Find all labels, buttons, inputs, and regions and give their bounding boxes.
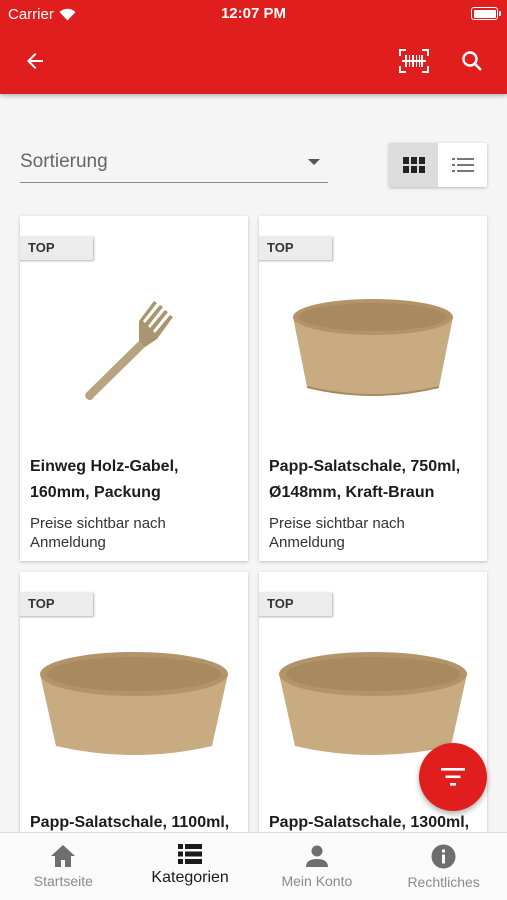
nav-label: Mein Konto: [281, 873, 353, 889]
nav-label: Rechtliches: [407, 874, 480, 890]
product-name: Einweg Holz-Gabel, 160mm, Packung: [30, 458, 179, 501]
product-image: [20, 260, 248, 440]
top-badge: TOP: [20, 592, 93, 616]
top-badge: TOP: [20, 236, 93, 260]
product-card[interactable]: TOP Einweg Holz-Gabel, 160mm, Packung Pr…: [20, 216, 248, 561]
top-badge: TOP: [259, 236, 332, 260]
product-name: Papp-Salatschale, 750ml, Ø148mm, Kraft-B…: [269, 458, 461, 501]
view-toggle: [389, 143, 487, 187]
back-button[interactable]: [15, 41, 55, 81]
product-image: [259, 260, 487, 440]
nav-item-kategorien[interactable]: Kategorien: [127, 833, 254, 900]
filter-button[interactable]: [419, 743, 487, 811]
sort-dropdown[interactable]: Sortierung: [20, 140, 328, 183]
product-price-info: Preise sichtbar nach Anmeldung: [30, 515, 166, 551]
list-icon: [178, 844, 203, 864]
nav-item-rechtliches[interactable]: Rechtliches: [380, 833, 507, 900]
list-view-button[interactable]: [438, 143, 487, 187]
barcode-scan-icon: [399, 49, 429, 73]
top-badge: TOP: [259, 592, 332, 616]
grid-view-button[interactable]: [389, 143, 438, 187]
search-icon: [462, 51, 482, 71]
nav-item-startseite[interactable]: Startseite: [0, 833, 127, 900]
list-icon: [451, 158, 474, 172]
arrow-left-icon: [27, 53, 43, 69]
barcode-scan-button[interactable]: [394, 41, 434, 81]
product-card[interactable]: TOP Papp-Salatschale, 1100ml,: [20, 572, 248, 852]
nav-label: Kategorien: [151, 869, 229, 886]
kraft-bowl-image: [40, 652, 228, 755]
nav-label: Startseite: [33, 873, 93, 889]
home-icon: [51, 845, 76, 867]
kraft-bowl-image: [293, 299, 453, 396]
person-icon: [305, 845, 328, 867]
filter-icon: [441, 768, 465, 786]
status-bar: Carrier 12:07 PM: [0, 0, 507, 28]
caret-down-icon: [308, 159, 320, 165]
product-price-info: Preise sichtbar nach Anmeldung: [269, 515, 405, 551]
clock: 12:07 PM: [220, 5, 287, 22]
info-icon: [431, 844, 456, 869]
app-bar: [0, 28, 507, 94]
battery-icon: [471, 7, 501, 20]
sort-label: Sortierung: [20, 151, 108, 172]
bottom-navigation: Startseite Kategorien Mein Konto Rechtli…: [0, 832, 507, 900]
search-button[interactable]: [452, 41, 492, 81]
grid-icon: [402, 157, 425, 173]
nav-item-mein-konto[interactable]: Mein Konto: [254, 833, 381, 900]
wooden-fork-image: [85, 301, 173, 401]
product-card[interactable]: TOP Papp-Salatschale, 750ml, Ø148mm, Kra…: [259, 216, 487, 561]
product-image: [20, 616, 248, 796]
